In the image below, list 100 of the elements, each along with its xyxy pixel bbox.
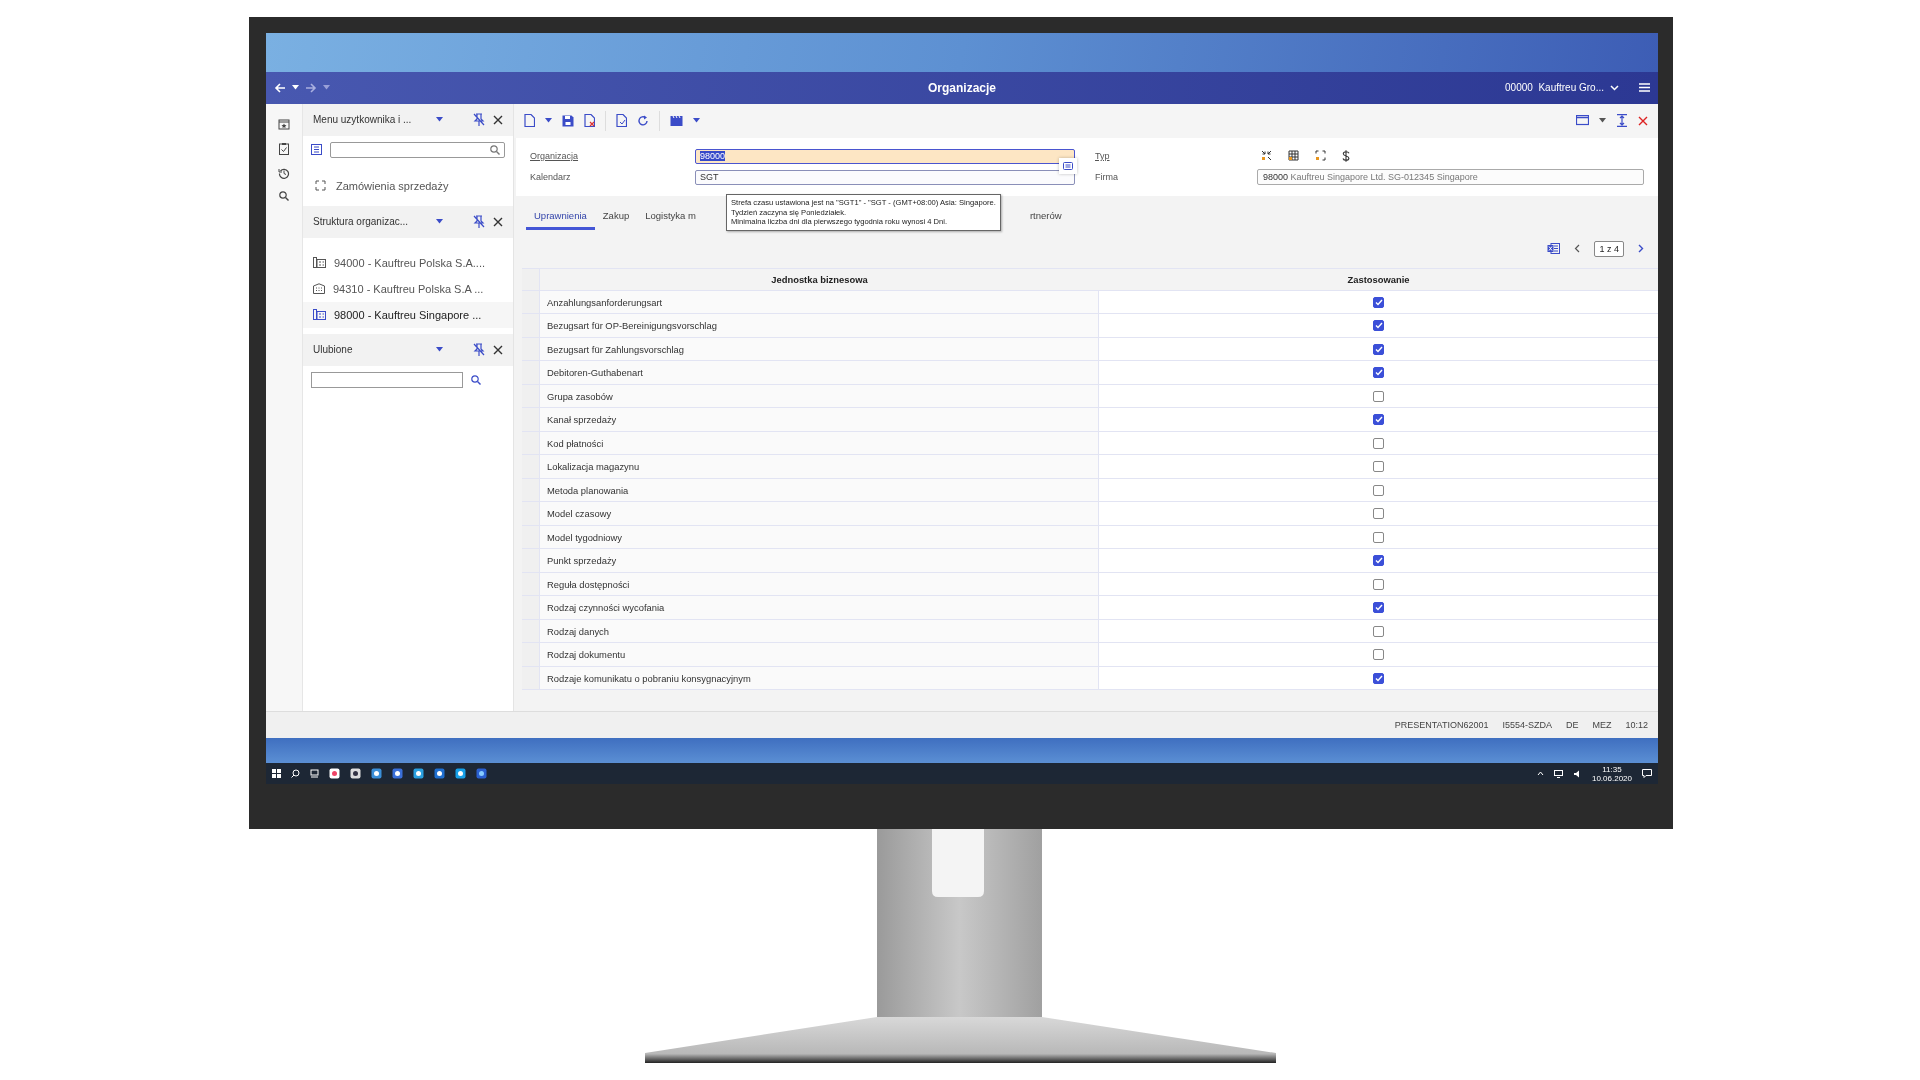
checkbox[interactable] bbox=[1373, 484, 1384, 496]
unpin-icon[interactable] bbox=[473, 113, 485, 127]
expand-icon[interactable] bbox=[1315, 150, 1326, 162]
network-icon[interactable] bbox=[1553, 769, 1563, 778]
row-gutter bbox=[522, 455, 540, 479]
row-gutter bbox=[522, 478, 540, 503]
tree-item[interactable]: 94000 - Kauftreu Polska S.A.... bbox=[303, 249, 513, 276]
app-icon[interactable] bbox=[476, 768, 487, 779]
collapse-icon[interactable] bbox=[1261, 150, 1272, 162]
window-icon[interactable] bbox=[1576, 115, 1589, 127]
caret-icon[interactable] bbox=[436, 347, 443, 353]
building-icon bbox=[313, 283, 325, 295]
save-icon[interactable] bbox=[562, 114, 574, 127]
checkbox[interactable] bbox=[1373, 461, 1384, 473]
forward-arrow-icon[interactable] bbox=[305, 81, 317, 94]
list-icon[interactable] bbox=[311, 144, 322, 156]
app-icon[interactable] bbox=[413, 768, 424, 779]
caret-icon[interactable] bbox=[292, 85, 299, 91]
search-icon[interactable] bbox=[279, 190, 289, 201]
checkbox[interactable] bbox=[1373, 390, 1384, 402]
unpin-icon[interactable] bbox=[473, 343, 485, 357]
app-icon[interactable] bbox=[434, 768, 445, 779]
search-icon[interactable] bbox=[471, 374, 481, 385]
checkbox[interactable] bbox=[1373, 531, 1384, 543]
checkbox[interactable] bbox=[1373, 414, 1384, 426]
expand-icon[interactable] bbox=[315, 180, 326, 192]
table-cell: Kod płatności bbox=[540, 431, 1099, 456]
caret-icon[interactable] bbox=[693, 118, 700, 124]
app-icon[interactable] bbox=[329, 768, 340, 779]
clipboard-check-icon[interactable] bbox=[278, 141, 290, 155]
row-gutter bbox=[522, 408, 540, 432]
status-text: 10:12 bbox=[1625, 720, 1648, 731]
row-gutter bbox=[522, 666, 540, 691]
caret-icon[interactable] bbox=[1599, 118, 1606, 124]
checkbox[interactable] bbox=[1373, 672, 1384, 684]
app-icon[interactable] bbox=[392, 768, 403, 779]
company-selector[interactable]: 00000 Kauftreu Gro... bbox=[1505, 82, 1604, 94]
app-icon[interactable] bbox=[350, 768, 361, 779]
checkbox[interactable] bbox=[1373, 508, 1384, 520]
close-icon[interactable] bbox=[493, 114, 503, 125]
table-cell: Debitoren-Guthabenart bbox=[540, 361, 1099, 385]
back-arrow-icon[interactable] bbox=[274, 81, 286, 94]
volume-icon[interactable] bbox=[1572, 769, 1582, 778]
input-field[interactable]: SGT bbox=[695, 169, 1075, 185]
notification-icon[interactable] bbox=[1642, 769, 1652, 778]
caret-up-icon[interactable] bbox=[1536, 771, 1544, 776]
row-gutter bbox=[522, 267, 540, 291]
input-field[interactable]: 98000 bbox=[695, 148, 1075, 164]
close-icon[interactable] bbox=[493, 216, 503, 227]
history-icon[interactable] bbox=[278, 166, 290, 179]
windows-icon[interactable] bbox=[272, 769, 281, 778]
table-cell: Anzahlungsanforderungsart bbox=[540, 290, 1099, 315]
tree-item[interactable]: 94310 - Kauftreu Polska S.A ... bbox=[303, 275, 513, 302]
caret-icon[interactable] bbox=[436, 219, 443, 225]
company-field[interactable]: 98000 Kauftreu Singapore Ltd. SG-012345 Singapore bbox=[1257, 169, 1644, 186]
row-gutter bbox=[522, 314, 540, 338]
grid-icon[interactable] bbox=[1288, 150, 1299, 162]
checkbox[interactable] bbox=[1373, 555, 1384, 567]
menu-icon[interactable] bbox=[1639, 83, 1650, 93]
menu-entry[interactable]: Zamówienia sprzedaży bbox=[336, 179, 449, 192]
row-gutter bbox=[522, 549, 540, 573]
search-icon[interactable] bbox=[291, 769, 300, 778]
tree-item[interactable]: 98000 - Kauftreu Singapore ... bbox=[303, 301, 513, 328]
tab[interactable]: Zakup bbox=[594, 209, 638, 230]
checkbox[interactable] bbox=[1373, 578, 1384, 590]
checkbox[interactable] bbox=[1373, 649, 1384, 661]
checkbox[interactable] bbox=[1373, 625, 1384, 637]
caret-icon[interactable] bbox=[436, 117, 443, 123]
new-document-icon[interactable] bbox=[524, 114, 535, 128]
tab[interactable]: Uprawnienia bbox=[526, 209, 595, 230]
unpin-icon[interactable] bbox=[473, 215, 485, 229]
checkbox[interactable] bbox=[1373, 367, 1384, 379]
delete-document-icon[interactable] bbox=[584, 114, 595, 128]
dollar-icon[interactable] bbox=[1342, 149, 1350, 162]
chevron-down-icon[interactable] bbox=[1610, 84, 1619, 91]
task-view-icon[interactable] bbox=[310, 769, 319, 778]
search-field[interactable] bbox=[330, 141, 505, 158]
app-icon[interactable] bbox=[455, 768, 466, 779]
refresh-icon[interactable] bbox=[637, 114, 649, 127]
clapperboard-icon[interactable] bbox=[670, 115, 683, 127]
checkbox[interactable] bbox=[1373, 602, 1384, 614]
status-text: I5554-SZDA bbox=[1502, 720, 1552, 731]
search-field[interactable] bbox=[311, 371, 463, 388]
caret-icon[interactable] bbox=[545, 118, 552, 124]
app-icon[interactable] bbox=[371, 768, 382, 779]
close-icon[interactable] bbox=[493, 344, 503, 355]
chevron-right-icon[interactable] bbox=[1638, 244, 1644, 254]
row-gutter bbox=[522, 502, 540, 526]
excel-icon[interactable] bbox=[1547, 243, 1561, 255]
checkbox[interactable] bbox=[1373, 437, 1384, 449]
chevron-left-icon[interactable] bbox=[1574, 244, 1581, 254]
table-cell: Rodzaj czynności wycofania bbox=[540, 596, 1099, 620]
checkbox[interactable] bbox=[1373, 343, 1384, 355]
fit-height-icon[interactable] bbox=[1616, 114, 1628, 128]
checkbox[interactable] bbox=[1373, 320, 1384, 332]
tab[interactable]: Logistyka m bbox=[637, 209, 704, 230]
tab[interactable]: rtnerów bbox=[1021, 209, 1070, 230]
document-check-icon[interactable] bbox=[616, 114, 627, 128]
panel-title: Struktura organizac... bbox=[313, 215, 409, 229]
checkbox[interactable] bbox=[1373, 296, 1384, 308]
